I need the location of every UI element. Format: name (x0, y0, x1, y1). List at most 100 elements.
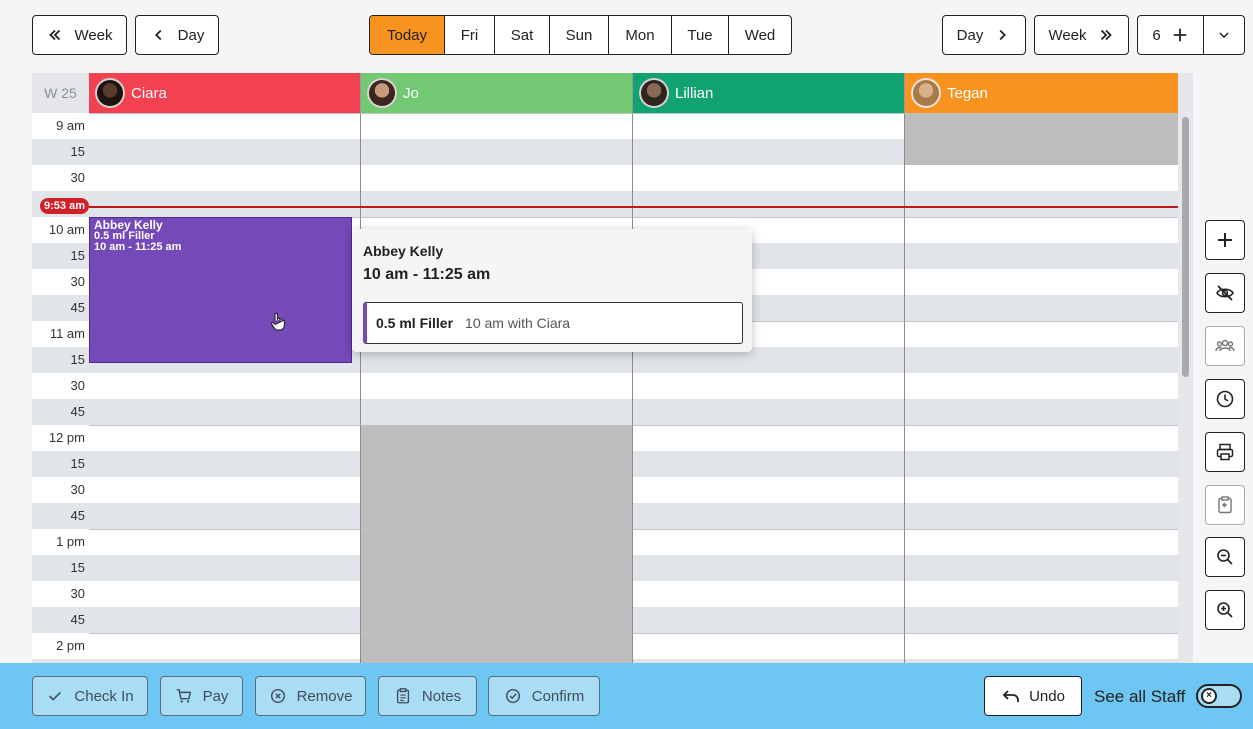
day-today[interactable]: Today (370, 16, 445, 54)
calendar-scrollbar[interactable] (1178, 73, 1193, 663)
calendar-slot[interactable] (89, 607, 361, 633)
calendar-slot[interactable] (905, 373, 1178, 399)
calendar-slot[interactable] (361, 477, 633, 503)
calendar-slot[interactable] (905, 529, 1178, 555)
day-mon[interactable]: Mon (609, 16, 672, 54)
day-forward-button[interactable]: Day (942, 15, 1026, 55)
calendar-slot[interactable] (905, 399, 1178, 425)
calendar-slot[interactable] (89, 477, 361, 503)
staff-column-jo[interactable]: Jo (361, 73, 633, 113)
calendar-slot[interactable] (633, 633, 905, 659)
zoom-in-button[interactable] (1205, 590, 1245, 630)
calendar-slot[interactable] (905, 347, 1178, 373)
calendar-slot[interactable] (633, 165, 905, 191)
calendar-slot[interactable] (361, 425, 633, 451)
notes-button[interactable]: Notes (378, 676, 477, 716)
calendar-slot[interactable] (633, 555, 905, 581)
calendar-slot[interactable] (633, 451, 905, 477)
confirm-button[interactable]: Confirm (488, 676, 600, 716)
calendar-slot[interactable] (89, 581, 361, 607)
staff-dropdown-button[interactable] (1204, 16, 1244, 54)
calendar-slot[interactable] (905, 217, 1178, 243)
calendar-slot[interactable] (633, 581, 905, 607)
week-back-button[interactable]: Week (32, 15, 127, 55)
calendar-slot[interactable] (361, 555, 633, 581)
calendar-slot[interactable] (361, 607, 633, 633)
calendar-slot[interactable] (89, 451, 361, 477)
calendar-slot[interactable] (361, 373, 633, 399)
calendar-slot[interactable] (361, 139, 633, 165)
history-button[interactable] (1205, 379, 1245, 419)
calendar-slot[interactable] (905, 425, 1178, 451)
staff-count-control[interactable]: 6 (1137, 15, 1245, 55)
week-forward-button[interactable]: Week (1034, 15, 1129, 55)
undo-button[interactable]: Undo (984, 676, 1082, 716)
day-sat[interactable]: Sat (495, 16, 550, 54)
calendar-slot[interactable] (905, 581, 1178, 607)
calendar-slot[interactable] (905, 633, 1178, 659)
calendar-slot[interactable] (905, 139, 1178, 165)
calendar-slot[interactable] (89, 113, 361, 139)
calendar-slot[interactable] (361, 165, 633, 191)
calendar-slot[interactable] (89, 373, 361, 399)
add-appointment-button[interactable] (1205, 220, 1245, 260)
calendar-slot[interactable] (905, 555, 1178, 581)
pay-button[interactable]: Pay (160, 676, 243, 716)
calendar-slot[interactable] (89, 399, 361, 425)
clipboard-button[interactable] (1205, 485, 1245, 525)
calendar-slot[interactable] (633, 139, 905, 165)
calendar-slot[interactable] (905, 113, 1178, 139)
calendar-slot[interactable] (633, 607, 905, 633)
calendar-slot[interactable] (905, 503, 1178, 529)
calendar-slot[interactable] (361, 529, 633, 555)
calendar-slot[interactable] (89, 555, 361, 581)
calendar-slot[interactable] (89, 165, 361, 191)
day-sun[interactable]: Sun (550, 16, 609, 54)
calendar-slot[interactable] (905, 321, 1178, 347)
appointment-block[interactable]: Abbey Kelly 0.5 ml Filler 10 am - 11:25 … (89, 217, 352, 363)
calendar-slot[interactable] (633, 477, 905, 503)
print-button[interactable] (1205, 432, 1245, 472)
add-staff-button[interactable]: 6 (1138, 16, 1204, 54)
calendar-slot[interactable] (89, 425, 361, 451)
calendar-slot[interactable] (361, 399, 633, 425)
calendar-slot[interactable] (89, 529, 361, 555)
day-fri[interactable]: Fri (445, 16, 495, 54)
staff-column-ciara[interactable]: Ciara (89, 73, 361, 113)
calendar-slot[interactable] (89, 191, 361, 217)
calendar-slot[interactable] (361, 451, 633, 477)
calendar-slot[interactable] (361, 581, 633, 607)
calendar-slot[interactable] (905, 607, 1178, 633)
calendar-slot[interactable] (905, 295, 1178, 321)
calendar-slot[interactable] (89, 633, 361, 659)
calendar-slot[interactable] (905, 451, 1178, 477)
calendar-slot[interactable] (633, 503, 905, 529)
zoom-out-button[interactable] (1205, 537, 1245, 577)
remove-button[interactable]: Remove (255, 676, 366, 716)
calendar-slot[interactable] (361, 503, 633, 529)
calendar-slot[interactable] (361, 191, 633, 217)
calendar-slot[interactable] (905, 191, 1178, 217)
calendar-slot[interactable] (361, 633, 633, 659)
day-back-button[interactable]: Day (135, 15, 219, 55)
calendar-slot[interactable] (89, 503, 361, 529)
calendar-slot[interactable] (905, 269, 1178, 295)
day-tue[interactable]: Tue (672, 16, 729, 54)
calendar-slot[interactable] (905, 243, 1178, 269)
day-wed[interactable]: Wed (729, 16, 791, 54)
calendar-slot[interactable] (633, 425, 905, 451)
staff-column-lillian[interactable]: Lillian (633, 73, 905, 113)
calendar-slot[interactable] (905, 477, 1178, 503)
calendar-slot[interactable] (633, 191, 905, 217)
calendar-slot[interactable] (905, 165, 1178, 191)
check-in-button[interactable]: Check In (32, 676, 148, 716)
scrollbar-thumb[interactable] (1182, 117, 1189, 377)
calendar-slot[interactable] (633, 529, 905, 555)
see-all-staff-toggle[interactable]: × (1196, 684, 1242, 708)
popover-service-item[interactable]: 0.5 ml Filler 10 am with Ciara (363, 302, 743, 344)
group-button[interactable] (1205, 326, 1245, 366)
staff-column-tegan[interactable]: Tegan (905, 73, 1178, 113)
calendar-slot[interactable] (633, 373, 905, 399)
calendar-slot[interactable] (361, 113, 633, 139)
calendar-slot[interactable] (89, 139, 361, 165)
